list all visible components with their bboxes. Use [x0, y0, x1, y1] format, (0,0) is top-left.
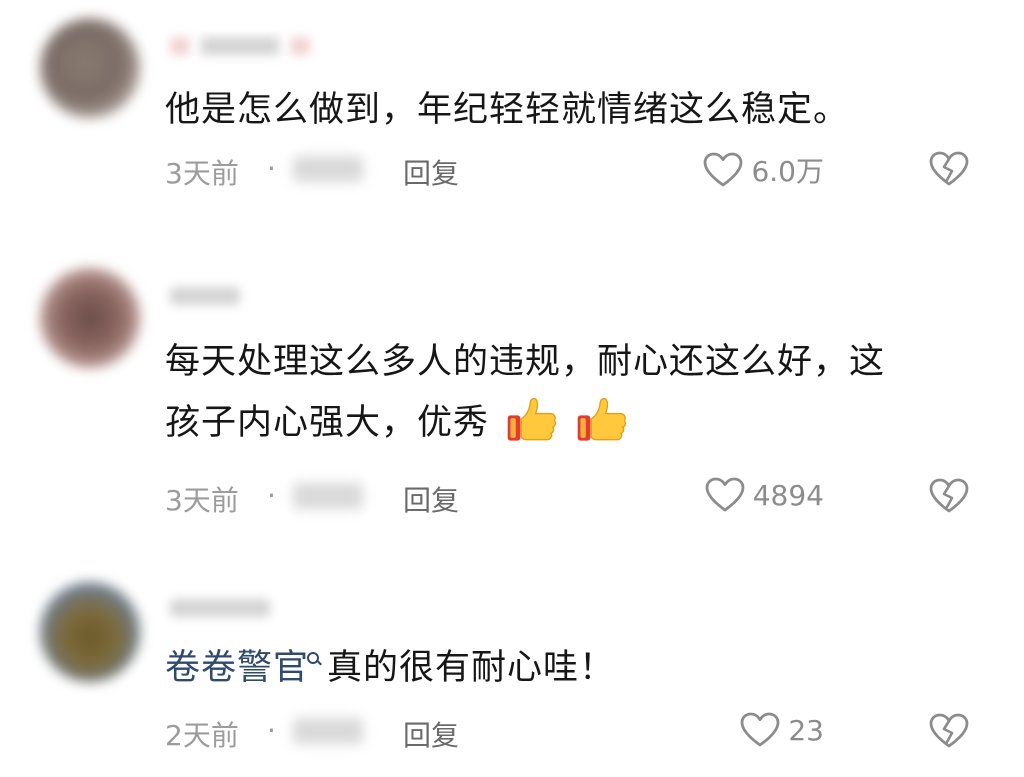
comment-meta: 2天前 · 回复 23: [165, 712, 984, 752]
separator-dot: ·: [267, 479, 276, 512]
heart-outline-icon: [705, 477, 745, 512]
avatar[interactable]: [40, 18, 140, 118]
avatar[interactable]: [40, 582, 140, 682]
comment-text: 卷卷警官 真的很有耐心哇！: [165, 638, 964, 698]
search-icon: [307, 652, 321, 666]
separator-dot: ·: [267, 714, 276, 747]
comment-text-content: 真的很有耐心哇！: [327, 648, 616, 688]
username-blurred[interactable]: [170, 282, 310, 310]
comment-meta: 3天前 · 回复 4894: [165, 477, 984, 517]
location-blurred: [293, 718, 363, 744]
location-blurred: [293, 156, 363, 182]
reply-button[interactable]: 回复: [403, 714, 459, 754]
thumbs-up-emoji-icon: [507, 397, 557, 441]
comment-text: 每天处理这么多人的违规，耐心还这么好，这 孩子内心强大，优秀: [165, 332, 964, 453]
thumbs-up-emoji-icon: [577, 397, 627, 441]
reply-button[interactable]: 回复: [403, 152, 459, 192]
like-button[interactable]: 23: [740, 712, 824, 748]
like-count: 4894: [752, 478, 824, 512]
like-button[interactable]: 6.0万: [703, 150, 824, 190]
username-blurred[interactable]: [170, 32, 310, 60]
heart-outline-icon: [740, 712, 780, 747]
comment-text-line: 每天处理这么多人的违规，耐心还这么好，这: [165, 342, 886, 382]
broken-heart-icon[interactable]: [929, 150, 969, 188]
comment-text: 他是怎么做到，年纪轻轻就情绪这么稳定。: [165, 80, 964, 140]
like-count: 23: [788, 713, 824, 747]
comment-text-content: 孩子内心强大，优秀: [165, 403, 490, 443]
broken-heart-icon[interactable]: [929, 477, 969, 515]
avatar[interactable]: [40, 268, 140, 368]
reply-button[interactable]: 回复: [403, 479, 459, 519]
separator-dot: ·: [267, 152, 276, 185]
like-button[interactable]: 4894: [705, 477, 824, 513]
like-count: 6.0万: [751, 155, 824, 188]
username-blurred[interactable]: [170, 594, 310, 622]
comment-time: 2天前: [165, 719, 239, 752]
location-blurred: [293, 483, 363, 509]
comment-text-content: 他是怎么做到，年纪轻轻就情绪这么稳定。: [165, 90, 850, 130]
mention-link[interactable]: 卷卷警官: [165, 648, 309, 688]
comment-meta: 3天前 · 回复 6.0万: [165, 150, 984, 190]
heart-outline-icon: [704, 152, 743, 187]
comment-text-line-2: 孩子内心强大，优秀: [165, 392, 964, 453]
comment-time: 3天前: [165, 484, 239, 517]
broken-heart-icon[interactable]: [929, 712, 969, 750]
comment-time: 3天前: [165, 157, 239, 190]
